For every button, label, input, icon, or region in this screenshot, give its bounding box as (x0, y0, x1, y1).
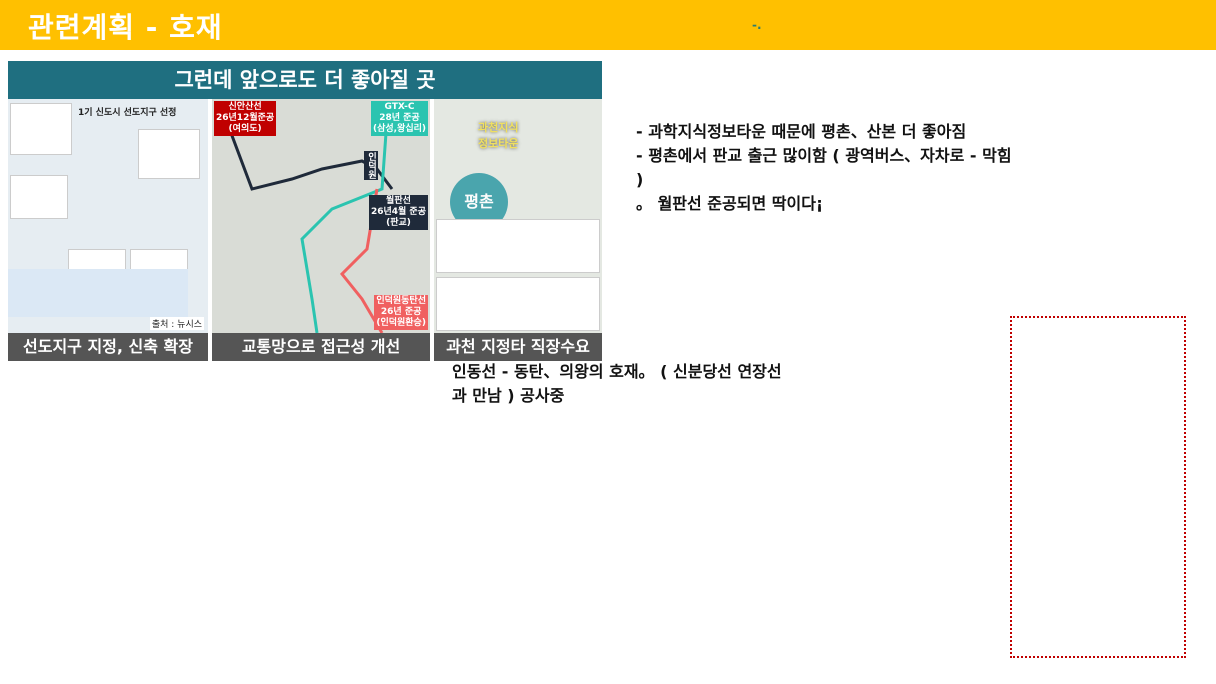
infographic-image: 그런데 앞으로도 더 좋아질 곳 1기 신도시 선도지구 선정 출처 : 뉴시스… (8, 61, 602, 361)
district-box (138, 129, 200, 179)
policy-notes (8, 269, 188, 317)
caption-3: 과천 지정타 직장수요 (434, 333, 602, 361)
caption-1: 선도지구 지정, 신축 확장 (8, 333, 208, 361)
line-label-gtx-c: GTX-C 28년 준공 (삼성,왕십리) (370, 101, 428, 136)
note-line: - 과학지식정보타운 때문에 평촌、산본 더 좋아짐 (636, 122, 967, 141)
note-indong: 인동선 - 동탄、의왕의 호재。 ( 신분당선 연장선과 만남 ) 공사중 (452, 362, 782, 405)
note-line: 。 월판선 준공되면 딱이다¡ (636, 194, 824, 213)
notes-text: - 과학지식정보타운 때문에 평촌、산본 더 좋아짐 - 평촌에서 판교 출근 … (636, 120, 1016, 216)
panel-gwacheon-map: 과천지식 정보타운 평촌 (434, 99, 602, 333)
line-label-indong: 인덕원동탄선 26년 준공 (인덕원환승) (374, 295, 428, 330)
district-box (10, 175, 68, 219)
title-bar: 관련계획 - 호재 -. (0, 0, 1216, 50)
placeholder-box (1010, 316, 1186, 658)
slide-title: 관련계획 - 호재 (28, 11, 223, 44)
station-label-indeogwon: 인덕원 (364, 151, 378, 180)
town-label: 과천지식 정보타운 (478, 121, 519, 150)
line-label-sinansan: 신안산선 26년12월준공 (여의도) (214, 101, 277, 136)
news-card (436, 277, 600, 331)
panel-transit-map: 신안산선 26년12월준공 (여의도) GTX-C 28년 준공 (삼성,왕십리… (212, 99, 430, 333)
caption-2: 교통망으로 접근성 개선 (212, 333, 430, 361)
note-line: - 평촌에서 판교 출근 많이함 ( 광역버스、자차로 - 막힘 ) (636, 146, 1012, 189)
district-box (10, 103, 72, 155)
panel-new-town-map: 1기 신도시 선도지구 선정 출처 : 뉴시스 (8, 99, 208, 333)
header-mark: -. (752, 18, 762, 32)
figure-heading: 그런데 앞으로도 더 좋아질 곳 (8, 61, 602, 99)
line-label-wolpan: 월판선 26년4월 준공 (판교) (368, 195, 428, 230)
source-label: 출처 : 뉴시스 (149, 317, 204, 330)
panel1-title: 1기 신도시 선도지구 선정 (78, 108, 177, 118)
news-card (436, 219, 600, 273)
